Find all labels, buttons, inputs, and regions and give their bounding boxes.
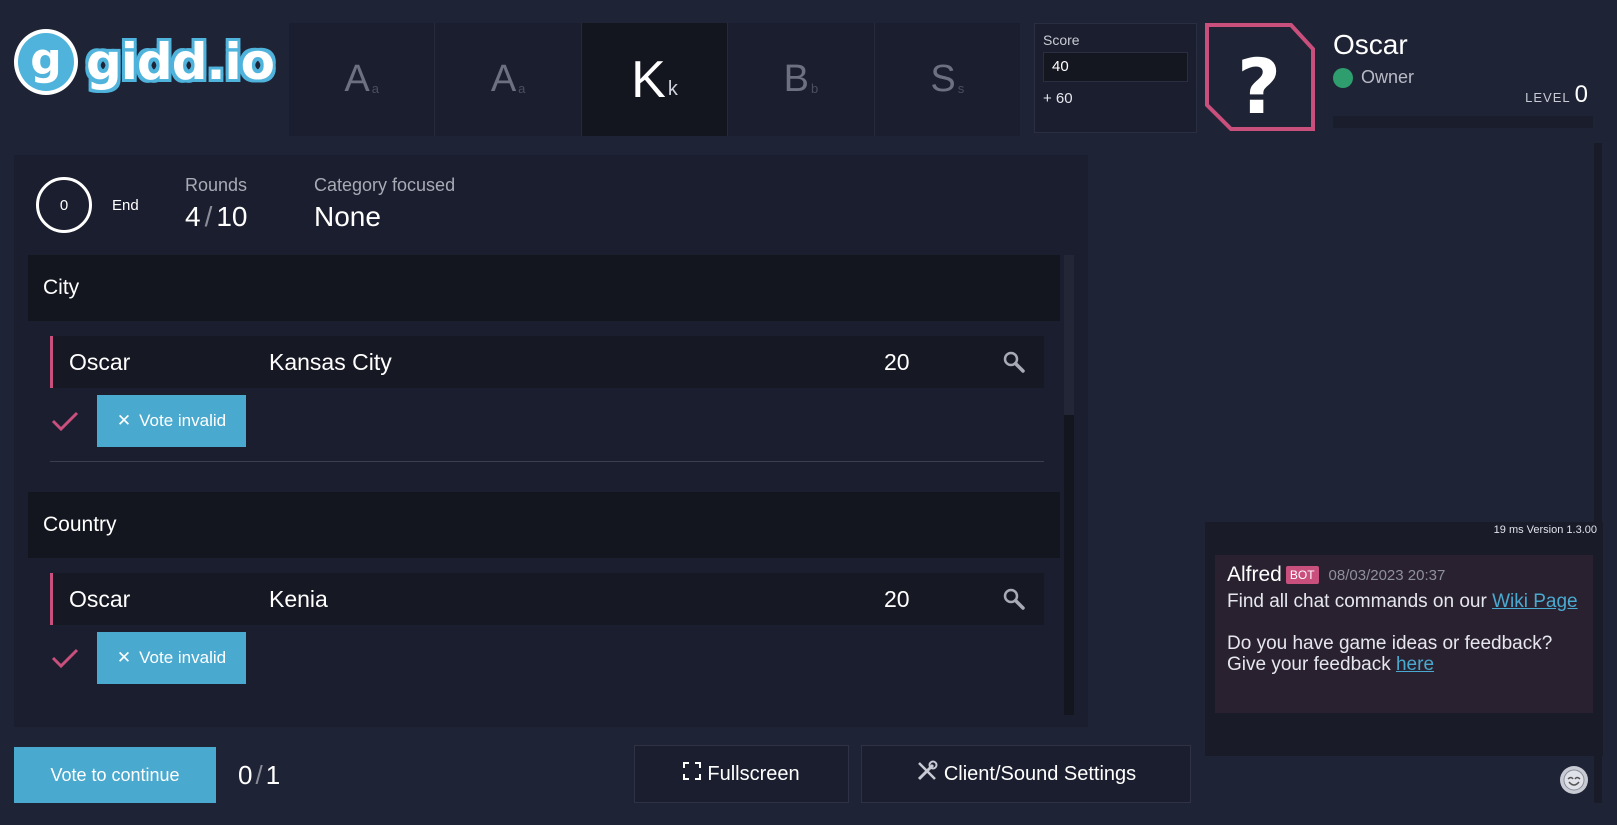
round-timer: 0 bbox=[36, 177, 92, 233]
answer-row: Oscar Kansas City 20 bbox=[50, 336, 1044, 388]
current-letter-cell: Kk bbox=[581, 23, 729, 136]
score-box: Score 40 + 60 bbox=[1034, 23, 1197, 133]
answers-scrollbar[interactable] bbox=[1064, 255, 1074, 715]
ping-version: 19 ms Version 1.3.00 bbox=[1493, 524, 1597, 536]
score-label: Score bbox=[1043, 32, 1080, 48]
vote-invalid-button[interactable]: ✕ Vote invalid bbox=[97, 395, 246, 447]
tools-icon bbox=[916, 760, 938, 788]
category-section: City Oscar Kansas City 20 ✕ Vote invalid bbox=[28, 255, 1060, 462]
answer-word: Kenia bbox=[269, 585, 328, 612]
logo-mark: g bbox=[14, 29, 78, 95]
player-name: Oscar bbox=[1333, 29, 1408, 60]
player-profile: ? Oscar Owner LEVEL 0 bbox=[1205, 23, 1617, 133]
letter-cell: Ss bbox=[874, 23, 1021, 136]
fullscreen-button[interactable]: Fullscreen bbox=[634, 745, 849, 803]
svg-text:?: ? bbox=[1237, 42, 1281, 131]
answer-row: Oscar Kenia 20 bbox=[50, 573, 1044, 625]
category-header: Country bbox=[28, 492, 1060, 558]
rounds-label: Rounds bbox=[185, 175, 248, 195]
answer-player: Oscar bbox=[69, 585, 131, 612]
divider bbox=[50, 461, 1044, 462]
score-bonus: + 60 bbox=[1043, 90, 1073, 107]
player-level: LEVEL 0 bbox=[1525, 81, 1589, 108]
search-icon[interactable] bbox=[984, 587, 1044, 611]
letter-cell: Bb bbox=[728, 23, 875, 136]
score-value: 40 bbox=[1043, 52, 1188, 82]
voting-panel: 0 End Rounds 4/10 Category focused None … bbox=[14, 155, 1088, 727]
chat-author[interactable]: Alfred bbox=[1227, 563, 1282, 587]
answer-word: Kansas City bbox=[269, 348, 392, 375]
scrollbar-thumb[interactable] bbox=[1064, 255, 1074, 415]
letters-bar: Aa Aa Kk Bb Ss bbox=[289, 23, 1021, 136]
rounds-value: 4/10 bbox=[185, 201, 248, 232]
category-header: City bbox=[28, 255, 1060, 321]
logo-text: gidd.io bbox=[86, 33, 275, 91]
category-focused-label: Category focused bbox=[314, 175, 456, 195]
chat-message: Alfred BOT 08/03/2023 20:37 Find all cha… bbox=[1215, 555, 1593, 713]
chat-panel: 19 ms Version 1.3.00 Alfred BOT 08/03/20… bbox=[1205, 522, 1603, 756]
player-role: Owner bbox=[1333, 67, 1414, 88]
close-icon: ✕ bbox=[116, 411, 132, 430]
vote-to-continue-button[interactable]: Vote to continue bbox=[14, 747, 216, 803]
letter-cell: Aa bbox=[289, 23, 436, 136]
chat-timestamp: 08/03/2023 20:37 bbox=[1328, 566, 1446, 584]
chat-message-header: Alfred BOT 08/03/2023 20:37 bbox=[1227, 563, 1581, 587]
category-focused-value: None bbox=[314, 201, 381, 232]
check-icon bbox=[50, 409, 97, 433]
wiki-page-link[interactable]: Wiki Page bbox=[1492, 591, 1578, 612]
vote-line: ✕ Vote invalid bbox=[50, 632, 1060, 684]
answer-points: 20 bbox=[884, 585, 910, 612]
answers-list[interactable]: City Oscar Kansas City 20 ✕ Vote invalid bbox=[28, 255, 1060, 715]
letter-cell: Aa bbox=[435, 23, 582, 136]
feedback-link[interactable]: here bbox=[1396, 654, 1434, 675]
search-icon[interactable] bbox=[984, 350, 1044, 374]
check-icon bbox=[50, 646, 97, 670]
answer-player: Oscar bbox=[69, 348, 131, 375]
avatar[interactable]: ? bbox=[1205, 23, 1317, 133]
gidd-logo[interactable]: g gidd.io bbox=[14, 26, 275, 98]
level-progress-bar bbox=[1333, 116, 1593, 128]
category-section: Country Oscar Kenia 20 ✕ Vote invalid bbox=[28, 492, 1060, 684]
fullscreen-icon bbox=[683, 762, 702, 786]
end-label: End bbox=[112, 197, 139, 214]
emoji-icon[interactable] bbox=[1560, 766, 1588, 794]
answer-points: 20 bbox=[884, 348, 910, 375]
bot-badge: BOT bbox=[1285, 566, 1319, 584]
vote-count: 0/1 bbox=[238, 760, 281, 790]
vote-line: ✕ Vote invalid bbox=[50, 395, 1060, 447]
chat-text: Find all chat commands on our Wiki Page … bbox=[1227, 591, 1578, 675]
question-mark-icon: ? bbox=[1205, 23, 1315, 131]
online-status-icon bbox=[1333, 67, 1353, 88]
close-icon: ✕ bbox=[116, 648, 132, 667]
client-sound-settings-button[interactable]: Client/Sound Settings bbox=[861, 745, 1191, 803]
vote-invalid-button[interactable]: ✕ Vote invalid bbox=[97, 632, 246, 684]
